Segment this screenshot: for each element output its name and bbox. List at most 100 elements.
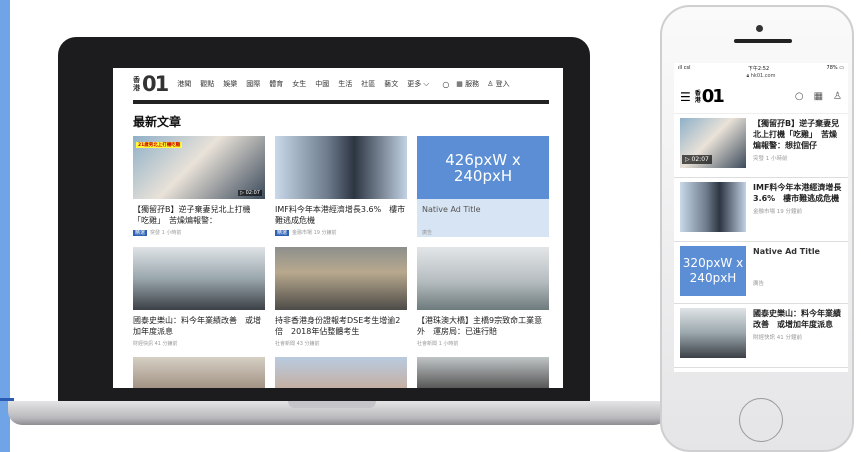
services-button[interactable]: ▦ 服務 [456,79,479,89]
url-text: hk01.com [750,73,776,79]
phone-screen: ıll csl 下午2:52 78% ▭ 🔒︎ hk01.com ☰ 香港 01… [674,63,848,372]
nav-item-opinion[interactable]: 觀點 [200,79,214,89]
article-card[interactable]: 持非香港身份證報考DSE考生增逾2倍 2018年佔整體考生 社會新聞 43 分鐘… [275,247,407,347]
article-card[interactable] [417,357,549,388]
article-meta: 財經快訊 41 分鐘前 [133,341,178,347]
article-thumbnail [275,357,407,388]
ad-title: Native Ad Title [753,247,820,256]
mobile-nav: ☰ 香港 01 ○ ▦ ♙ [674,80,848,114]
article-card[interactable]: 【港珠澳大橋】主橋9宗致命工業意外 運房局：已進行賠 社會新聞 1 小時前 [417,247,549,347]
logo-small-text: 香港 [133,76,140,92]
address-bar[interactable]: 🔒︎ hk01.com [674,73,848,80]
featured-badge: 精選 [133,230,148,236]
article-thumbnail [680,308,746,358]
laptop-notch [288,401,376,408]
mobile-article-item[interactable]: ▷ 02:07 【獨留孖B】逆子棄妻兒北上打機「吃雞」 苦燥煸報警：想拉個仔 突… [674,114,848,178]
grid-icon: ▦ [456,80,466,88]
nav-item-sports[interactable]: 體育 [269,79,283,89]
featured-badge: 精選 [275,230,290,236]
article-thumbnail [133,357,265,388]
nav-item-more[interactable]: 更多 [407,79,421,89]
user-icon[interactable]: ♙ [833,91,842,102]
article-text: 【獨留孖B】逆子棄妻兒北上打機「吃雞」 苦燥煸報警：想拉個仔 突發 1 小時前 [753,118,842,173]
article-meta: 突發 1 小時前 [753,156,788,162]
article-meta-text: 金融市場 19 分鐘前 [292,230,337,236]
search-icon[interactable]: ○ [795,91,804,102]
user-icon: ♙ [487,80,496,88]
article-title: 【港珠澳大橋】主橋9宗致命工業意外 運房局：已進行賠 [417,316,543,336]
ad-placeholder: 426pxW x 240pxH [417,136,549,199]
chevron-down-icon[interactable]: ⌵ [423,79,429,89]
side-accent [0,0,10,452]
mobile-article-item[interactable]: IMF料今年本港經濟增長3.6% 樓市難逃成危機 金融市場 19 分鐘前 [674,178,848,242]
article-card[interactable] [275,357,407,388]
nav-item-international[interactable]: 國際 [246,79,260,89]
battery-percent: 78% [826,65,838,71]
grid-icon[interactable]: ▦ [814,91,823,102]
article-card[interactable]: IMF料今年本港經濟增長3.6% 樓市難逃成危機 精選 金融市場 19 分鐘前 [275,136,407,237]
article-title: IMF料今年本港經濟增長3.6% 樓市難逃成危機 [753,183,842,203]
ad-text: Native Ad Title 廣告 [753,246,842,299]
ad-title: Native Ad Title [422,205,481,214]
mobile-article-item[interactable]: 國泰史樂山：料今年業績改善 或增加年度派息 財經快訊 41 分鐘前 [674,304,848,368]
article-card[interactable]: 21歲男北上打機吃雞 ▷ 02:07 【獨留孖B】逆子棄妻兒北上打機「吃雞」 苦… [133,136,265,237]
login-button[interactable]: ♙ 登入 [487,79,510,89]
article-meta: 社會新聞 1 小時前 [417,341,459,347]
article-title: 國泰史樂山：料今年業績改善 或增加年度派息 [133,316,261,336]
search-icon[interactable]: ○ [442,80,449,89]
ad-size-label: 426pxW x 240pxH [445,150,521,185]
logo-small-text: 香港 [694,89,701,104]
nav-item-china[interactable]: 中國 [315,79,329,89]
services-label: 服務 [465,80,480,88]
article-title: 國泰史樂山：料今年業績改善 或增加年度派息 [753,309,841,329]
article-thumbnail: ▷ 02:07 [680,118,746,168]
article-text: IMF料今年本港經濟增長3.6% 樓市難逃成危機 金融市場 19 分鐘前 [753,182,842,237]
article-thumbnail [417,357,549,388]
nav-item-women[interactable]: 女生 [292,79,306,89]
status-time: 下午2:52 [747,65,770,72]
ad-placeholder: 320pxW x 240pxH [680,246,746,296]
article-title: IMF料今年本港經濟增長3.6% 樓市難逃成危機 [275,205,406,225]
battery-status: 78% ▭ [827,65,844,71]
home-button[interactable] [739,398,783,442]
nav-item-life[interactable]: 生活 [338,79,352,89]
video-duration: ▷ 02:07 [682,155,712,164]
ad-lower: Native Ad Title 廣告 [417,199,549,237]
hamburger-menu-icon[interactable]: ☰ [680,90,691,104]
ad-meta: 廣告 [753,281,765,287]
mobile-native-ad[interactable]: 320pxW x 240pxH Native Ad Title 廣告 [674,242,848,304]
nav-item-arts[interactable]: 藝文 [384,79,398,89]
duration-text: 02:07 [691,156,709,163]
native-ad-card[interactable]: 426pxW x 240pxH Native Ad Title 廣告 [417,136,549,237]
article-card[interactable] [133,357,265,388]
article-meta-text: 突發 1 小時前 [150,230,182,236]
nav-item-community[interactable]: 社區 [361,79,375,89]
ad-size-line1: 320pxW x [682,256,744,270]
nav-item-hk-news[interactable]: 港聞 [177,79,191,89]
duration-text: 02:07 [245,190,260,196]
article-card[interactable]: 國泰史樂山：料今年業績改善 或增加年度派息 財經快訊 41 分鐘前 [133,247,265,347]
laptop-screen: 香港 01 港聞 觀點 娛樂 國際 體育 女生 中國 生活 社區 藝文 更多 ⌵… [113,68,563,388]
article-text: 國泰史樂山：料今年業績改善 或增加年度派息 財經快訊 41 分鐘前 [753,308,842,363]
ad-size-label: 320pxW x 240pxH [683,256,743,286]
carrier-signal: ıll csl [678,65,691,71]
ad-meta: 廣告 [422,230,433,236]
phone-speaker [734,39,792,43]
status-bar: ıll csl 下午2:52 78% ▭ [674,63,848,73]
logo-big-text: 01 [142,72,169,96]
article-meta: 精選 突發 1 小時前 [133,229,265,236]
article-meta: 財經快訊 41 分鐘前 [753,335,802,341]
hk01-logo-mobile[interactable]: 香港 01 [695,86,785,107]
desktop-nav: 香港 01 港聞 觀點 娛樂 國際 體育 女生 中國 生活 社區 藝文 更多 ⌵… [113,68,563,100]
section-title: 最新文章 [133,115,182,129]
article-thumbnail [275,247,407,310]
article-thumbnail [275,136,407,199]
battery-icon: ▭ [837,65,844,71]
logo-big-text: 01 [701,86,725,107]
nav-item-entertainment[interactable]: 娛樂 [223,79,237,89]
article-thumbnail [680,182,746,232]
article-thumbnail [133,247,265,310]
ad-size-line2: 240pxH [689,271,737,285]
hk01-logo[interactable]: 香港 01 [133,72,169,96]
article-grid: 21歲男北上打機吃雞 ▷ 02:07 【獨留孖B】逆子棄妻兒北上打機「吃雞」 苦… [113,136,563,388]
